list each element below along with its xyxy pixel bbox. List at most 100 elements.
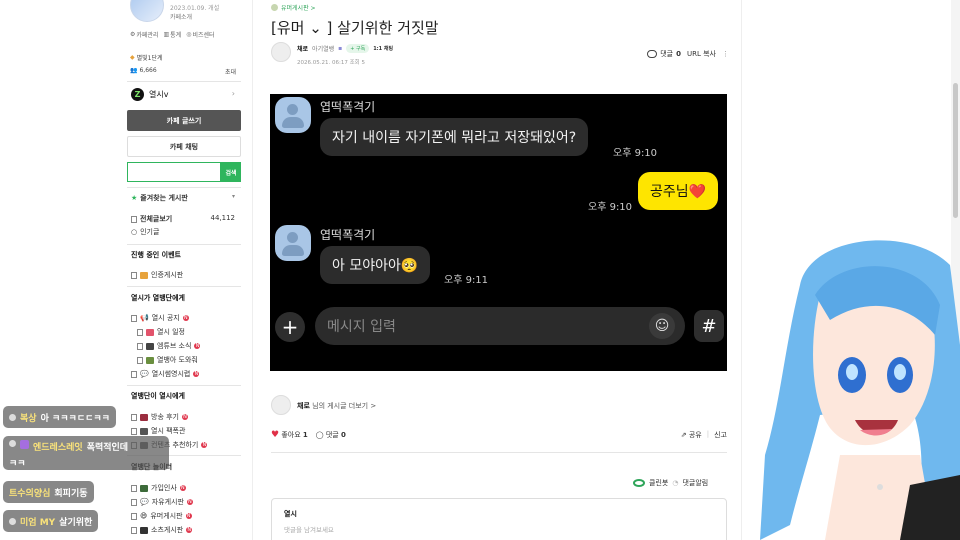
divider: | [706,430,710,438]
gift-icon [140,271,148,279]
new-badge: N [194,343,201,349]
board-icon [131,271,137,279]
share-button[interactable]: ⇗ 공유 [681,430,702,440]
post-view: 유머게시판 > [유머 ⌄ ] 살기위한 거짓말 채로 아기열뱅 ▪ + 구독 … [252,0,742,540]
sidebar-item-review[interactable]: 방송 후기 N [131,412,188,422]
rank-icon: ▪ [338,45,343,52]
sidebar-item-help[interactable]: 열뱅아 도와줘 [137,355,198,365]
favorites-header[interactable]: ★ 즐겨찾는 게시판 [131,193,188,203]
event-section-title: 진행 중인 이벤트 [131,251,181,259]
divider [127,187,241,188]
user-avatar: Z [131,88,144,101]
sender-name: 엽떡폭격기 [320,228,376,242]
sender-avatar [275,225,311,261]
message-time: 오후 9:11 [444,275,489,286]
board-icon [131,370,137,378]
post-title: [유머 ⌄ ] 살기위한 거짓말 [271,19,439,37]
sidebar-item-event[interactable]: 인증게시판 [131,270,183,280]
follow-button[interactable]: + 구독 [346,44,370,53]
like-button[interactable]: ♥ 좋아요 1 [271,430,308,440]
cafe-search-input[interactable] [127,162,221,182]
cafe-rank: ◆ 별빛1단계 [130,54,163,62]
comment-icon: ◯ [315,431,324,439]
board-icon [137,356,143,364]
section2-title: 열뱅단이 열시에게 [131,392,185,400]
stats-link[interactable]: ▥ 통계 [163,30,181,39]
comments-button[interactable]: 댓글 0 [647,49,681,59]
sidebar-item-thumb[interactable]: 💬 열시썸영시렵 N [131,369,200,379]
message-time: 오후 9:10 [613,148,658,159]
new-badge: N [182,315,189,321]
board-icon [137,328,143,336]
cafe-write-button[interactable]: 카페 글쓰기 [127,110,241,131]
new-badge: N [201,442,208,448]
sidebar-item-greeting[interactable]: 가입인사 N [131,483,186,493]
message-time: 오후 9:10 [588,202,633,213]
search-button[interactable]: 검색 [221,162,241,182]
author-avatar[interactable] [271,395,291,415]
board-link[interactable]: 유머게시판 > [271,3,316,12]
reaction-bar: ♥ 좋아요 1 ◯ 댓글 0 [271,430,346,440]
chevron-right-icon[interactable]: › [232,89,235,98]
sidebar-item-humor[interactable]: 😄 유머게시판 N [131,511,192,521]
all-posts-count: 44,112 [210,214,236,222]
chevron-down-icon[interactable]: ▾ [232,193,235,200]
board-icon [131,427,137,435]
sidebar-item-free[interactable]: 💬 자유게시판 N [131,497,193,507]
biz-center-link[interactable]: ◎ 비즈센터 [186,30,214,39]
board-icon [131,215,137,223]
board-icon [131,512,137,520]
sidebar-item-popular[interactable]: ○ 인기글 [131,227,159,237]
hash-icon: # [694,310,724,342]
private-chat-button[interactable]: 1:1 채팅 [373,45,393,52]
cafe-chat-button[interactable]: 카페 채팅 [127,136,241,157]
sidebar-item-all-posts[interactable]: 전체글보기 [131,214,172,224]
reply-bubble: 공주님❤️ [638,172,719,210]
cafe-admin-links: ⚙ 카페관리 ▥ 통계 ◎ 비즈센터 [130,30,215,39]
book-icon [140,413,148,421]
more-options-icon[interactable]: ⋮ [722,50,729,58]
commenter-name: 열시 [284,510,297,518]
invite-link[interactable]: 초대 [225,67,236,76]
new-badge: N [186,527,193,533]
my-profile[interactable]: Z 열시v [131,88,168,101]
cafe-info-link[interactable]: 카페소개 [170,12,192,21]
member-count[interactable]: 👥 6,666 [130,67,157,74]
new-badge: N [186,499,193,505]
megaphone-icon: 📢 [140,314,149,322]
cafe-avatar[interactable] [130,0,164,22]
divider [127,244,241,245]
overlay-chat-message: 엔드레스레잇 폭력적인데 ㅋㅋ [3,436,169,470]
post-image-chat-screenshot: 엽떡폭격기 자기 내이름 자기폰에 뭐라고 저장돼있어? 오후 9:10 공주님… [270,94,727,371]
url-copy-button[interactable]: URL 복사 [687,49,716,59]
cafe-manage-link[interactable]: ⚙ 카페관리 [130,30,158,39]
message-bubble: 아 모야아아🥺 [320,246,431,284]
rank-icon: ◆ [130,54,135,61]
share-icon: ⇗ [680,431,687,439]
divider [127,286,241,287]
sidebar-item-mtube[interactable]: 엠튜브 소식 N [137,341,201,351]
sidebar-item-factbomb[interactable]: 열시 팩폭관 [131,426,185,436]
cleanbot-label[interactable]: 클린봇 [649,478,668,488]
author-avatar[interactable] [271,42,291,62]
section1-title: 열시가 열뱅단에게 [131,294,185,302]
heart-badge-icon [20,440,29,449]
help-icon [146,356,154,364]
overlay-chat-message: 미엄 MY 살기위한 [3,510,99,532]
comment-count-button[interactable]: ◯ 댓글 0 [316,430,346,440]
comment-icon [647,50,658,58]
comment-alert-button[interactable]: 댓글알림 [682,478,708,488]
sidebar-item-schedule[interactable]: 열시 일정 [137,327,185,337]
comment-icon: 💬 [140,370,149,378]
message-bubble: 자기 내이름 자기폰에 뭐라고 저장돼있어? [320,118,589,156]
comment-input-box[interactable]: 열시 댓글을 남겨보세요 [271,498,727,540]
scrollbar-thumb[interactable] [953,83,958,218]
members-icon: 👥 [130,67,138,74]
sidebar-item-notice[interactable]: 📢 열시 공지 N [131,313,189,323]
vtuber-avatar [760,240,960,540]
author-name[interactable]: 채로 [297,44,308,53]
report-button[interactable]: 신고 [714,430,727,440]
sidebar-item-shorts[interactable]: 소츠게시판 N [131,525,193,535]
badge-icon [9,440,16,447]
more-posts-link[interactable]: 채로 님의 게시글 더보기 > [297,401,376,411]
